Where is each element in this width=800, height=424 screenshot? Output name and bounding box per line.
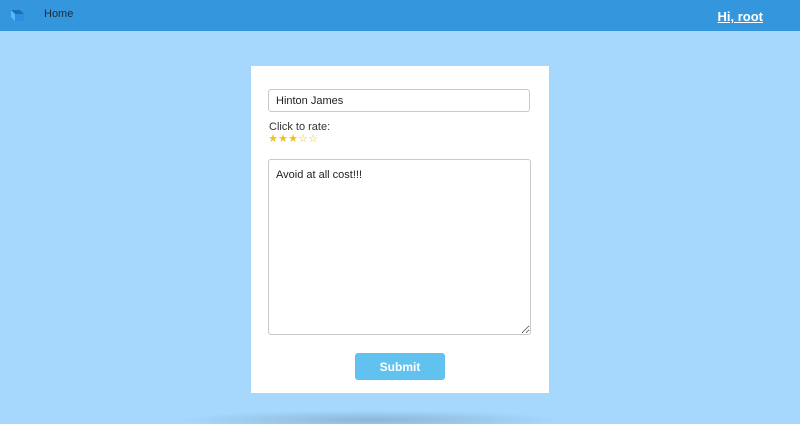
user-greeting-link[interactable]: Hi, root (718, 9, 764, 24)
footer-shadow (175, 410, 565, 424)
review-textarea[interactable]: Avoid at all cost!!! (268, 159, 531, 335)
star-empty-icon[interactable]: ☆ (308, 134, 318, 145)
star-rating[interactable]: ★ ★ ★ ☆ ☆ (268, 134, 318, 145)
star-filled-icon[interactable]: ★ (278, 134, 288, 145)
star-empty-icon[interactable]: ☆ (298, 134, 308, 145)
submit-button[interactable]: Submit (355, 353, 445, 380)
app-logo-icon[interactable] (9, 7, 27, 24)
review-form-card: Click to rate: ★★★☆☆ Avoid at all cost!!… (251, 66, 549, 393)
name-input[interactable] (268, 89, 530, 112)
top-navbar: Home Hi, root (0, 0, 800, 31)
star-filled-icon[interactable]: ★ (288, 134, 298, 145)
star-filled-icon[interactable]: ★ (268, 134, 278, 145)
rate-label: Click to rate: (269, 121, 331, 133)
home-link[interactable]: Home (44, 8, 73, 20)
